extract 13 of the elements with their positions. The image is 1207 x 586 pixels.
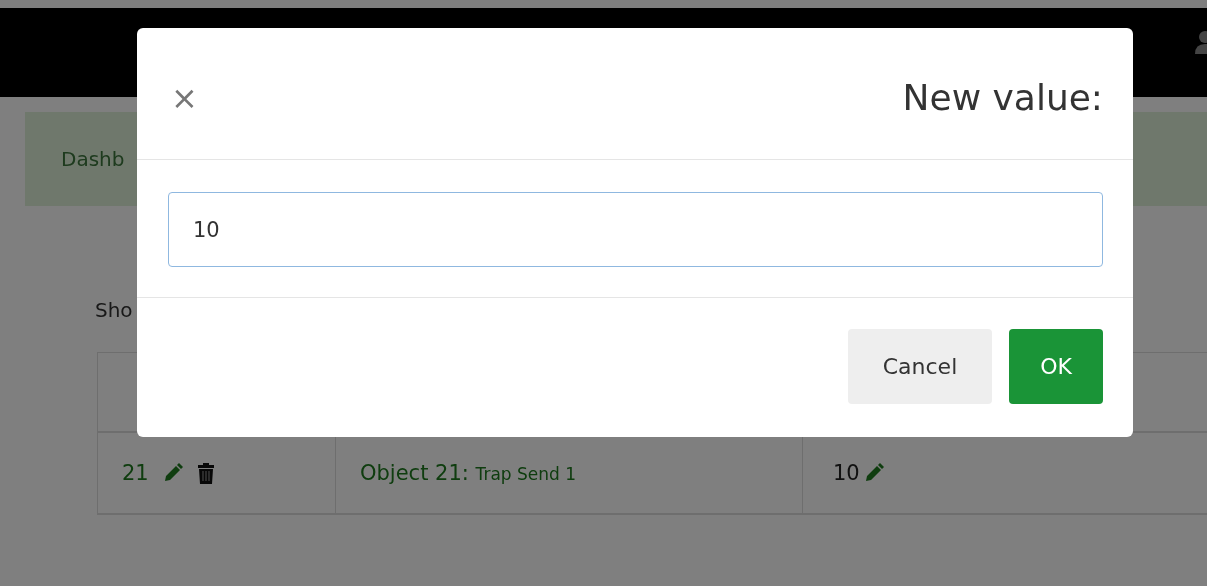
object-link[interactable]: Object 21: Trap Send 1 (360, 461, 577, 485)
breadcrumb-link[interactable]: Dashb (61, 147, 125, 171)
dialog-title: New value: (902, 77, 1103, 118)
ok-button[interactable]: OK (1009, 329, 1103, 404)
cancel-button[interactable]: Cancel (848, 329, 992, 404)
id-link[interactable]: 21 (122, 461, 149, 485)
close-button[interactable]: × (171, 78, 198, 117)
trash-icon[interactable] (196, 462, 215, 484)
show-entries-label: Sho (95, 298, 133, 322)
pencil-icon[interactable] (162, 463, 183, 483)
value-text: 10 (833, 461, 860, 485)
pencil-icon[interactable] (863, 463, 884, 483)
input-field[interactable]: 10 (168, 192, 1103, 267)
